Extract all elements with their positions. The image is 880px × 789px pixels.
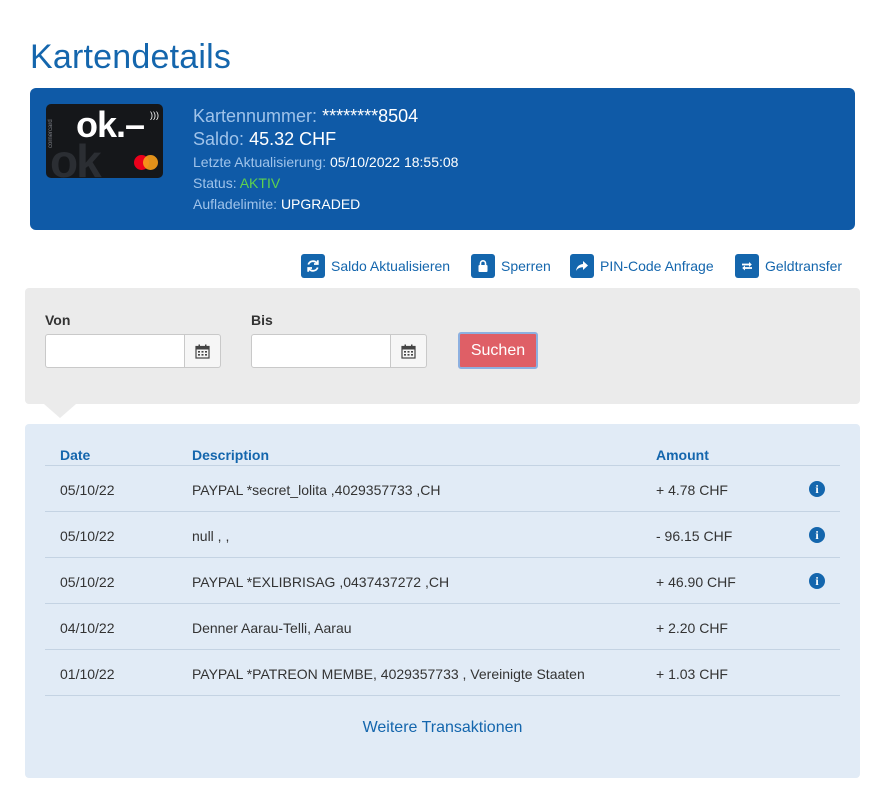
card-number-label: Kartennummer:	[193, 106, 318, 126]
table-row: 01/10/22 PAYPAL *PATREON MEMBE, 40293577…	[45, 650, 840, 696]
row-description: Denner Aarau-Telli, Aarau	[192, 620, 352, 636]
column-header-date: Date	[60, 447, 91, 463]
balance-row: Saldo: 45.32 CHF	[193, 128, 458, 151]
table-row: 05/10/22 PAYPAL *EXLIBRISAG ,0437437272 …	[45, 558, 840, 604]
table-header: Date Description Amount	[45, 442, 840, 466]
row-amount: + 2.20 CHF	[656, 620, 728, 636]
search-button[interactable]: Suchen	[458, 332, 538, 369]
top-up-limit-row: Aufladelimite: UPGRADED	[193, 194, 458, 215]
block-card-label: Sperren	[501, 258, 551, 274]
balance-value: 45.32 CHF	[249, 129, 337, 149]
from-date-group	[45, 334, 221, 368]
money-transfer-label: Geldtransfer	[765, 258, 843, 274]
refresh-balance-button[interactable]: Saldo Aktualisieren	[301, 253, 450, 279]
table-row: 04/10/22 Denner Aarau-Telli, Aarau + 2.2…	[45, 604, 840, 650]
table-row: 05/10/22 null , , - 96.15 CHF i	[45, 512, 840, 558]
last-update-value: 05/10/2022 18:55:08	[329, 154, 459, 170]
row-description: PAYPAL *EXLIBRISAG ,0437437272 ,CH	[192, 574, 450, 590]
card-actions-bar: Saldo Aktualisieren Sperren PIN-Code Anf…	[0, 253, 880, 281]
balance-label: Saldo:	[193, 129, 245, 149]
more-transactions-link[interactable]: Weitere Transaktionen	[25, 719, 860, 737]
calendar-icon[interactable]	[391, 334, 427, 368]
to-date-group	[251, 334, 427, 368]
from-date-input[interactable]	[45, 334, 185, 368]
info-icon[interactable]: i	[809, 481, 825, 497]
transactions-table: Date Description Amount 05/10/22 PAYPAL …	[45, 442, 840, 696]
date-filter-panel: Von Bis Suchen	[25, 288, 860, 404]
info-icon[interactable]: i	[809, 527, 825, 543]
column-header-description: Description	[192, 447, 270, 463]
row-date: 05/10/22	[60, 482, 115, 498]
to-date-input[interactable]	[251, 334, 391, 368]
card-image: ok ok.– cornercard )))	[46, 104, 163, 178]
row-amount: + 1.03 CHF	[656, 666, 728, 682]
column-header-amount: Amount	[656, 447, 709, 463]
top-up-limit-value: UPGRADED	[280, 196, 361, 212]
row-date: 01/10/22	[60, 666, 115, 682]
row-description: null , ,	[192, 528, 230, 544]
share-arrow-icon	[570, 254, 594, 278]
row-date: 05/10/22	[60, 528, 115, 544]
last-update-label: Letzte Aktualisierung:	[193, 154, 327, 170]
status-label: Status:	[193, 175, 237, 191]
row-date: 04/10/22	[60, 620, 115, 636]
row-amount: - 96.15 CHF	[656, 528, 733, 544]
card-summary-panel: ok ok.– cornercard ))) Kartennummer: ***…	[30, 88, 855, 230]
calendar-icon[interactable]	[185, 334, 221, 368]
pin-request-button[interactable]: PIN-Code Anfrage	[570, 253, 714, 279]
row-date: 05/10/22	[60, 574, 115, 590]
card-logo: ok.–	[76, 104, 145, 145]
refresh-balance-label: Saldo Aktualisieren	[331, 258, 451, 274]
block-card-button[interactable]: Sperren	[471, 253, 551, 279]
mastercard-icon	[134, 155, 160, 171]
contactless-icon: )))	[150, 110, 159, 120]
card-number-row: Kartennummer: ********8504	[193, 105, 458, 128]
filter-pointer	[44, 404, 76, 418]
lock-icon	[471, 254, 495, 278]
row-description: PAYPAL *secret_lolita ,4029357733 ,CH	[192, 482, 441, 498]
status-value: AKTIV	[239, 175, 281, 191]
to-label: Bis	[251, 312, 273, 328]
page-title: Kartendetails	[30, 38, 232, 76]
card-brand-text: cornercard	[48, 119, 54, 148]
row-amount: + 46.90 CHF	[656, 574, 736, 590]
refresh-icon	[301, 254, 325, 278]
row-amount: + 4.78 CHF	[656, 482, 728, 498]
transactions-panel: Date Description Amount 05/10/22 PAYPAL …	[25, 424, 860, 778]
card-number-value: ********8504	[322, 106, 419, 126]
table-row: 05/10/22 PAYPAL *secret_lolita ,40293577…	[45, 466, 840, 512]
status-row: Status: AKTIV	[193, 173, 458, 194]
from-label: Von	[45, 312, 71, 328]
card-info: Kartennummer: ********8504 Saldo: 45.32 …	[193, 105, 458, 215]
pin-request-label: PIN-Code Anfrage	[600, 258, 714, 274]
last-update-row: Letzte Aktualisierung: 05/10/2022 18:55:…	[193, 152, 458, 173]
money-transfer-button[interactable]: Geldtransfer	[735, 253, 842, 279]
info-icon[interactable]: i	[809, 573, 825, 589]
row-description: PAYPAL *PATREON MEMBE, 4029357733 , Vere…	[192, 666, 585, 682]
top-up-limit-label: Aufladelimite:	[193, 196, 278, 212]
transfer-icon	[735, 254, 759, 278]
